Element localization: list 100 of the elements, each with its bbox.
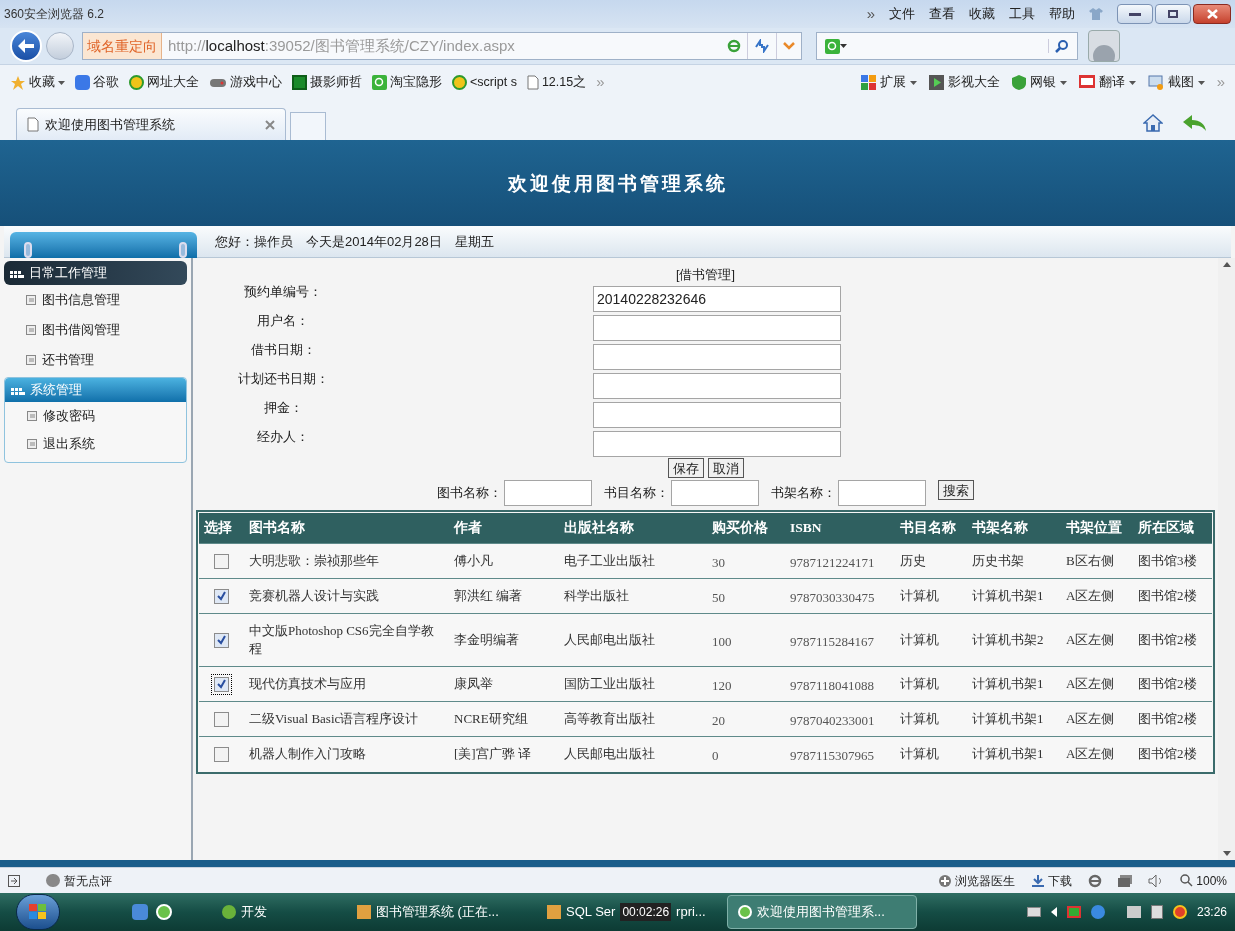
close-icon[interactable]: [265, 119, 275, 130]
extension-item[interactable]: 影视大全: [928, 73, 1000, 92]
extension-item[interactable]: 截图: [1147, 73, 1205, 92]
checkbox[interactable]: [211, 673, 232, 695]
browser-icon[interactable]: [156, 904, 172, 920]
status-tool[interactable]: 下载: [1031, 871, 1073, 890]
address-field[interactable]: 域名重定向 http://localhost:39052/图书管理系统/CZY/index.aspx: [82, 32, 802, 60]
menu-item[interactable]: 收藏: [969, 4, 995, 24]
caret-icon: [58, 80, 65, 85]
scroll-down-icon[interactable]: [1222, 851, 1231, 856]
search-input[interactable]: [838, 480, 926, 506]
extension-item[interactable]: 扩展: [860, 73, 917, 92]
form-button[interactable]: 保存: [667, 458, 704, 478]
table-cell-text: 郭洪红 编著: [453, 587, 524, 605]
bookmark-item[interactable]: 12.15之: [526, 73, 587, 92]
search-label: 书架名称：: [771, 484, 836, 503]
caret-icon: [909, 80, 917, 85]
menu-item[interactable]: 帮助: [1049, 4, 1075, 24]
banner-title: 欢迎使用图书管理系统: [507, 170, 728, 196]
scrollbar[interactable]: [1218, 258, 1235, 860]
bookmark-item[interactable]: 游戏中心: [209, 73, 282, 92]
extension-item[interactable]: 翻译: [1078, 73, 1136, 92]
tray-expand-icon[interactable]: [1050, 907, 1057, 917]
bookmark-item[interactable]: 网址大全: [129, 73, 199, 92]
app-icon: [738, 905, 752, 919]
minimize-button[interactable]: [1117, 4, 1153, 24]
table-cell-text: 图书馆3楼: [1137, 552, 1198, 570]
table-cell-text: 高等教育出版社: [563, 710, 656, 728]
search-field[interactable]: [816, 32, 1078, 60]
status-tool[interactable]: 浏览器医生: [938, 871, 1016, 890]
bookmark-item[interactable]: 收藏: [10, 73, 65, 92]
close-button[interactable]: [1193, 4, 1231, 24]
avatar-icon[interactable]: [1088, 30, 1120, 62]
table-cell-text: A区左侧: [1065, 745, 1116, 763]
home-icon[interactable]: [1143, 114, 1163, 132]
column-header: 选择: [203, 518, 233, 537]
bookmark-item[interactable]: 淘宝隐形: [372, 73, 442, 92]
form-title: [借书管理]: [676, 267, 735, 284]
table-cell-text: [美]宫广骅 译: [453, 745, 532, 763]
text-field[interactable]: [593, 344, 841, 370]
sidebar-item[interactable]: 图书借阅管理: [4, 315, 187, 345]
search-input[interactable]: [504, 480, 592, 506]
windows-icon[interactable]: [1118, 874, 1133, 887]
sidebar-group-header[interactable]: 日常工作管理: [4, 261, 187, 285]
menu-item[interactable]: 工具: [1009, 4, 1035, 24]
close-icon: [1206, 9, 1218, 19]
new-tab-button[interactable]: [290, 112, 326, 140]
back-button[interactable]: [10, 30, 42, 62]
exit-icon[interactable]: [8, 874, 20, 887]
field-label: 押金：: [262, 399, 304, 417]
table-cell-text: 9787121224171: [789, 554, 876, 572]
text-field[interactable]: [593, 373, 841, 399]
table-cell-text: 20: [711, 712, 726, 730]
taskbar-item[interactable]: 欢迎使用图书管理系...: [727, 895, 917, 929]
bookmark-item[interactable]: 谷歌: [75, 73, 119, 92]
table-cell-text: 9787118041088: [789, 677, 876, 695]
table-cell-text: 国防工业出版社: [563, 675, 656, 693]
windows-logo-icon: [29, 904, 47, 920]
bookmark-item[interactable]: 摄影师哲: [292, 73, 362, 92]
bookmark-item[interactable]: <script s: [452, 73, 517, 92]
search-icon[interactable]: [1048, 39, 1069, 53]
form-button[interactable]: 取消: [707, 458, 744, 478]
rating-item[interactable]: 暂无点评: [46, 871, 112, 890]
search-button[interactable]: 搜索: [938, 480, 974, 500]
caret-icon: [1128, 80, 1136, 85]
redirect-badge: 域名重定向: [83, 33, 162, 59]
start-button[interactable]: [16, 894, 60, 930]
taskbar-item[interactable]: 开发: [212, 895, 347, 929]
sidebar-item[interactable]: 修改密码: [5, 402, 186, 430]
zoom-control[interactable]: 100%: [1180, 871, 1227, 890]
table-cell-text: 计算机: [899, 675, 940, 693]
text-field[interactable]: [593, 315, 841, 341]
browser-tab[interactable]: 欢迎使用图书管理系统: [16, 108, 286, 140]
menu-item[interactable]: 文件: [889, 4, 915, 24]
shirt-icon[interactable]: [1089, 8, 1103, 20]
sidebar-item[interactable]: 退出系统: [5, 430, 186, 458]
text-field[interactable]: [593, 402, 841, 428]
table-cell-text: 竞赛机器人设计与实践: [248, 587, 380, 605]
search-icon: [372, 75, 387, 90]
taskbar-item[interactable]: SQL Ser 00:02:26 rpri...: [537, 895, 727, 929]
extension-item[interactable]: 网银: [1011, 73, 1067, 92]
text-field[interactable]: [593, 431, 841, 457]
caret-icon: [1197, 80, 1205, 85]
taskbar-item[interactable]: 图书管理系统 (正在...: [347, 895, 537, 929]
menu-item[interactable]: 查看: [929, 4, 955, 24]
scroll-up-icon[interactable]: [1222, 262, 1231, 267]
sidebar-item[interactable]: 还书管理: [4, 345, 187, 375]
search-input[interactable]: [671, 480, 759, 506]
table-cell-text: 图书馆2楼: [1137, 587, 1198, 605]
back-arrow-icon[interactable]: [1183, 115, 1207, 131]
gamepad-icon: [209, 76, 227, 89]
field-label: 借书日期：: [249, 341, 317, 359]
text-field[interactable]: 20140228232646: [593, 286, 841, 312]
back-arrow-icon: [18, 39, 34, 53]
clock[interactable]: 23:26: [1196, 903, 1227, 921]
table-cell-text: 人民邮电出版社: [563, 745, 656, 763]
sidebar-item[interactable]: 图书信息管理: [4, 285, 187, 315]
more-menu-button[interactable]: »: [866, 2, 875, 26]
checkmark-icon: [216, 590, 227, 602]
restore-button[interactable]: [1155, 4, 1191, 24]
